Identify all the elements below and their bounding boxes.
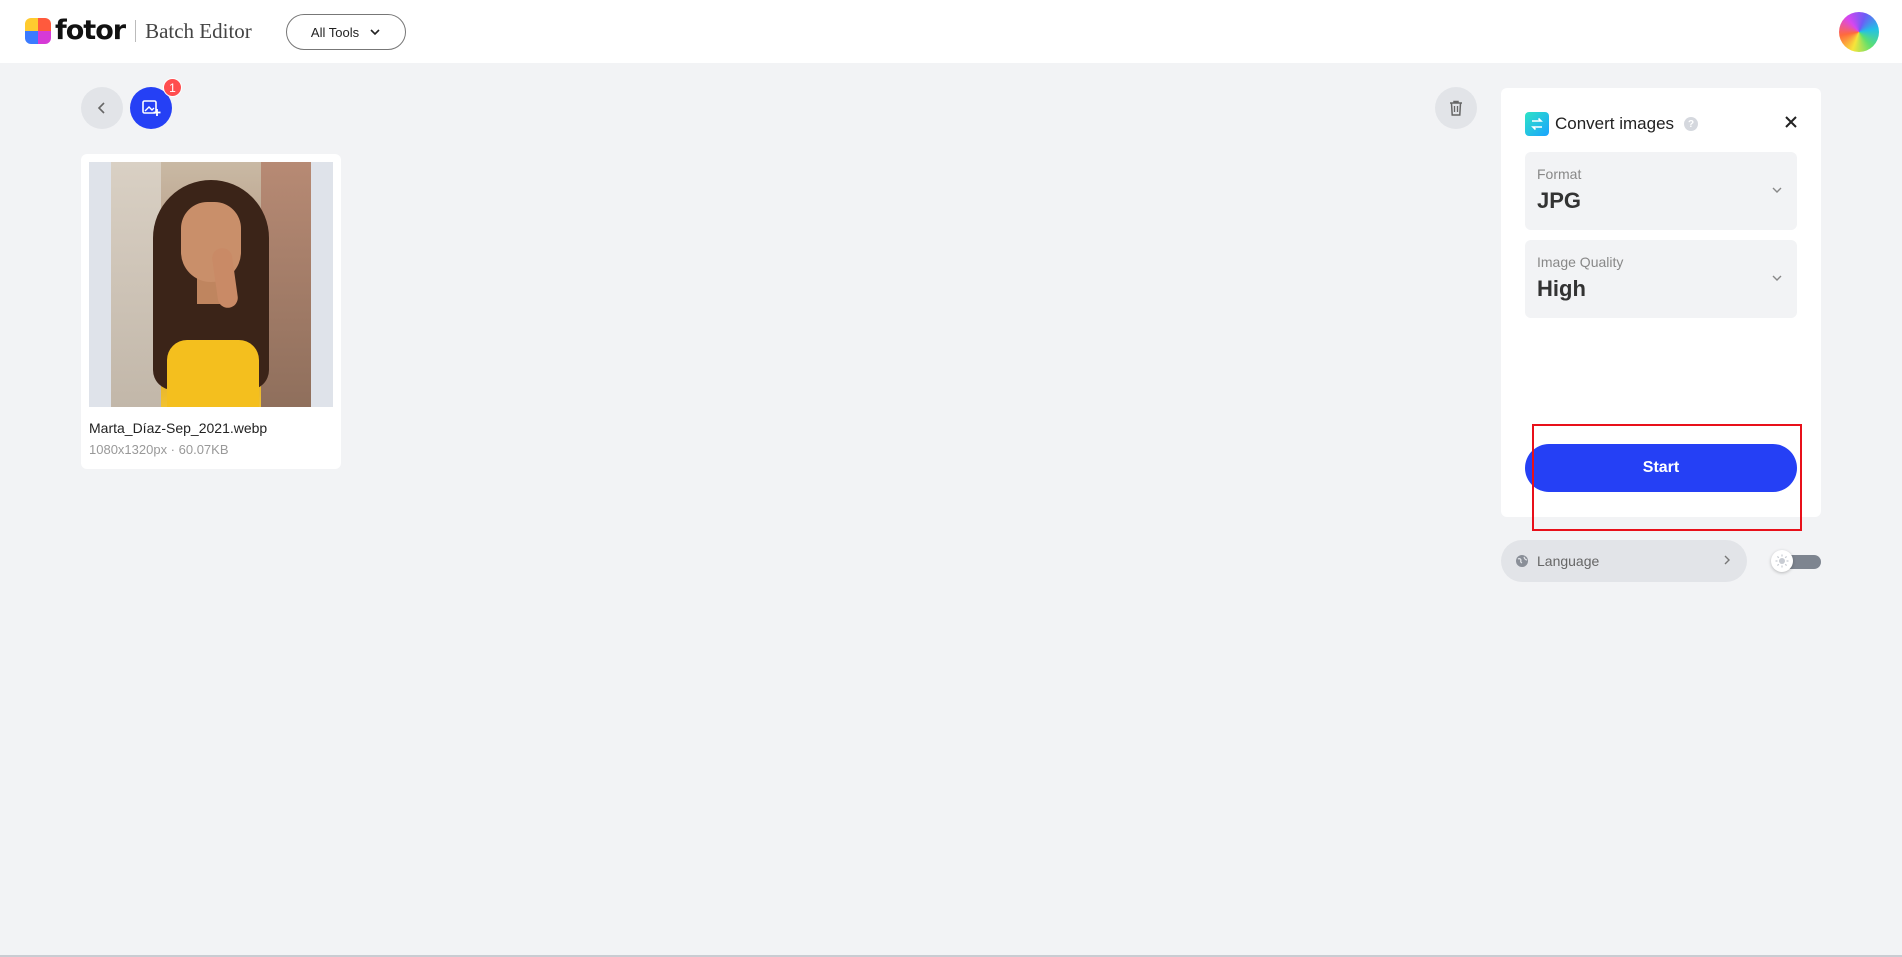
- logo-divider: [135, 20, 137, 42]
- chevron-right-icon: [1724, 555, 1730, 565]
- language-label: Language: [1537, 553, 1600, 569]
- panel-title: Convert images: [1555, 114, 1675, 133]
- image-quality-select[interactable]: Image Quality High: [1525, 240, 1797, 318]
- image-quality-label: Image Quality: [1537, 254, 1624, 270]
- all-tools-dropdown[interactable]: All Tools: [286, 14, 406, 50]
- convert-icon: [1525, 112, 1549, 136]
- file-name: Marta_Díaz-Sep_2021.webp: [89, 420, 268, 436]
- trash-icon: [1450, 100, 1462, 116]
- image-quality-value: High: [1537, 276, 1586, 301]
- globe-icon: [1516, 555, 1528, 567]
- fotor-logo-icon: [25, 18, 51, 44]
- fotor-logo[interactable]: fotor Batch Editor: [25, 16, 252, 46]
- format-label: Format: [1537, 166, 1582, 182]
- chevron-down-icon: [1772, 275, 1782, 281]
- format-select[interactable]: Format JPG: [1525, 152, 1797, 230]
- add-image-icon: [142, 100, 161, 116]
- product-name: Batch Editor: [145, 18, 252, 43]
- back-button[interactable]: [81, 87, 123, 129]
- start-button[interactable]: Start: [1525, 444, 1797, 492]
- convert-panel: Convert images ? Format JPG Image Qualit…: [1501, 88, 1821, 517]
- chevron-down-icon: [370, 29, 380, 36]
- top-header: fotor Batch Editor All Tools: [0, 0, 1902, 63]
- image-card[interactable]: Marta_Díaz-Sep_2021.webp 1080x1320px · 6…: [81, 154, 341, 469]
- theme-toggle[interactable]: [1771, 550, 1821, 572]
- delete-all-button[interactable]: [1435, 87, 1477, 129]
- image-count-badge: 1: [163, 78, 182, 97]
- file-meta: 1080x1320px · 60.07KB: [89, 442, 229, 457]
- sun-icon: [1775, 554, 1789, 568]
- language-selector[interactable]: Language: [1501, 540, 1747, 582]
- image-thumbnail-frame: [89, 162, 333, 407]
- format-value: JPG: [1537, 188, 1582, 213]
- panel-header: Convert images ?: [1525, 112, 1699, 136]
- back-icon: [97, 102, 105, 114]
- toggle-knob: [1771, 550, 1793, 572]
- help-icon[interactable]: ?: [1684, 117, 1699, 131]
- close-button[interactable]: [1781, 112, 1801, 132]
- close-icon: [1785, 116, 1797, 128]
- all-tools-label: All Tools: [310, 24, 360, 40]
- avatar[interactable]: [1839, 12, 1879, 52]
- chevron-down-icon: [1772, 187, 1782, 193]
- image-thumbnail: [111, 162, 311, 407]
- logo-text: fotor: [55, 15, 126, 46]
